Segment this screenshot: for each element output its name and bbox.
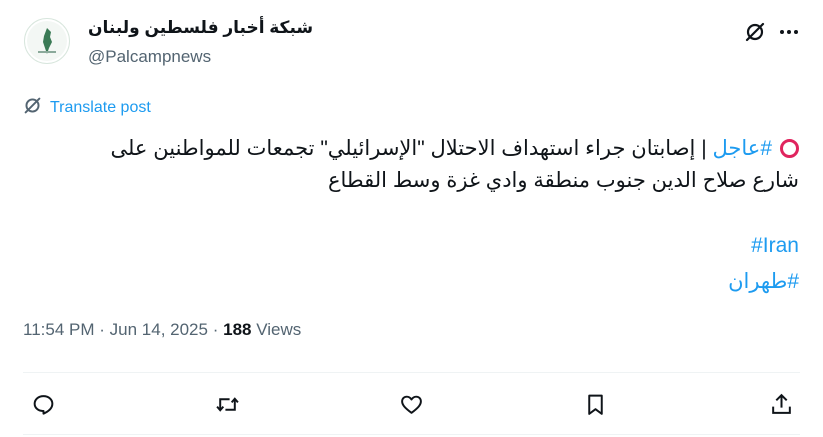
translate-label: Translate post — [50, 99, 151, 116]
hashtag-tehran[interactable]: #طهران — [728, 269, 799, 294]
handle[interactable]: @Palcampnews — [88, 47, 211, 67]
red-circle-icon — [780, 139, 799, 158]
bookmark-button[interactable] — [580, 389, 610, 419]
post-time[interactable]: 11:54 PM — [23, 320, 95, 339]
like-icon — [400, 395, 422, 414]
meta-separator: · — [212, 320, 219, 339]
like-button[interactable] — [396, 389, 426, 419]
post-date[interactable]: Jun 14, 2025 — [110, 320, 208, 339]
divider — [23, 372, 800, 373]
post-line-1: #عاجل | إصابتان جراء استهداف الاحتلال "ا… — [19, 133, 799, 165]
share-button[interactable] — [766, 389, 796, 419]
repost-button[interactable] — [212, 389, 242, 419]
post-line-1-text: | إصابتان جراء استهداف الاحتلال "الإسرائ… — [110, 137, 713, 160]
avatar[interactable] — [24, 18, 70, 64]
bookmark-icon — [587, 394, 603, 415]
more-dots-icon[interactable] — [778, 21, 800, 43]
share-icon — [771, 393, 791, 414]
translate-post-link[interactable]: Translate post — [23, 96, 151, 120]
grok-slash-icon — [23, 96, 42, 120]
display-name[interactable]: شبكة أخبار فلسطين ولبنان — [88, 18, 313, 38]
hashtag-iran[interactable]: #Iran — [751, 234, 799, 258]
meta-separator: · — [99, 320, 105, 339]
post-line-2: شارع صلاح الدين جنوب منطقة وادي غزة وسط … — [328, 169, 799, 192]
repost-icon — [215, 396, 239, 412]
reply-button[interactable] — [28, 389, 58, 419]
post-meta: 11:54 PM · Jun 14, 2025 · 188 Views — [23, 320, 301, 340]
grok-slash-icon[interactable] — [744, 21, 766, 43]
map-logo-icon — [27, 21, 67, 61]
hashtag-breaking[interactable]: #عاجل — [713, 137, 773, 160]
post-text: #عاجل | إصابتان جراء استهداف الاحتلال "ا… — [19, 133, 799, 197]
divider — [23, 434, 800, 435]
reply-icon — [33, 394, 53, 415]
views-count: 188 — [223, 320, 252, 339]
views-label: Views — [256, 320, 302, 339]
